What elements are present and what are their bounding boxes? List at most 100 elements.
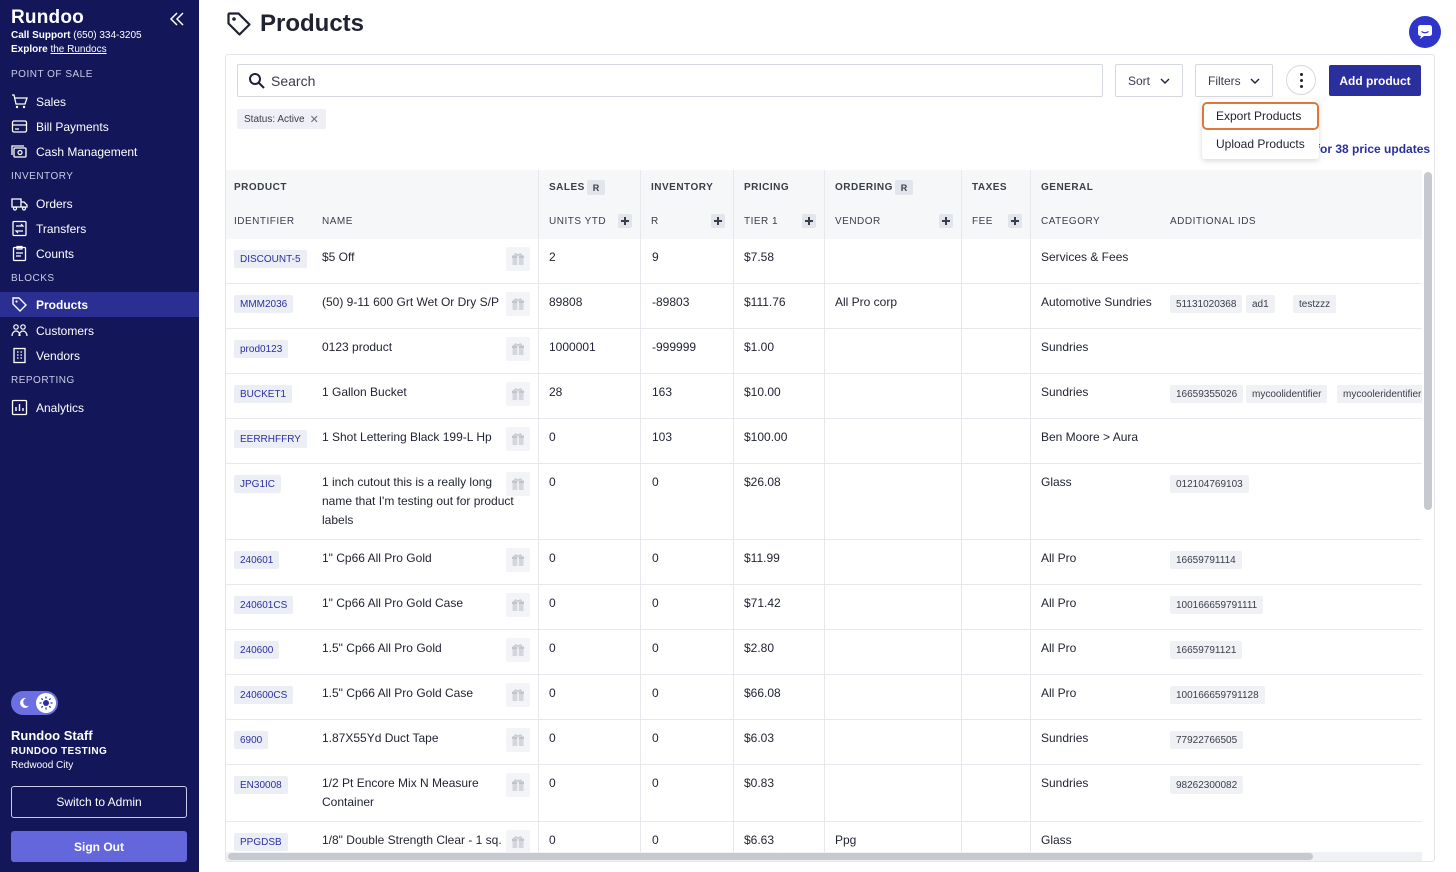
product-name[interactable]: 1.5" Cp66 All Pro Gold Case — [322, 686, 473, 700]
truck-icon — [11, 198, 28, 211]
col-units-ytd[interactable]: UNITS YTD — [549, 216, 606, 227]
sun-icon — [39, 696, 53, 710]
product-identifier[interactable]: EN30008 — [234, 776, 288, 794]
table-row[interactable]: DISCOUNT-5 $5 Off 2 9 $7.58 Services & Fees — [226, 239, 1422, 284]
gift-icon[interactable] — [506, 472, 530, 496]
product-identifier[interactable]: 240600CS — [234, 686, 294, 704]
product-name[interactable]: 1.87X55Yd Duct Tape — [322, 731, 439, 745]
product-identifier[interactable]: 240601 — [234, 551, 280, 569]
add-ordering-column-button[interactable] — [939, 214, 953, 228]
theme-toggle[interactable] — [11, 691, 58, 715]
product-identifier[interactable]: EERRHFFRY — [234, 430, 307, 448]
product-name[interactable]: 0123 product — [322, 340, 392, 354]
table-row[interactable]: PPGDSB 1/8" Double Strength Clear - 1 sq.… — [226, 822, 1422, 852]
sidebar-item-orders[interactable]: Orders — [0, 191, 199, 216]
gift-icon[interactable] — [506, 247, 530, 271]
switch-to-admin-button[interactable]: Switch to Admin — [11, 786, 187, 818]
product-name[interactable]: 1/8" Double Strength Clear - 1 sq. — [322, 833, 502, 847]
product-identifier[interactable]: DISCOUNT-5 — [234, 250, 307, 268]
table-row[interactable]: 240601 1" Cp66 All Pro Gold 0 0 $11.99 All Pr… — [226, 540, 1422, 585]
col-additional-ids[interactable]: ADDITIONAL IDS — [1170, 216, 1256, 227]
collapse-sidebar-icon[interactable] — [167, 9, 187, 29]
sales-r-badge[interactable]: R — [587, 180, 605, 195]
more-options-button[interactable] — [1286, 65, 1316, 95]
col-identifier[interactable]: IDENTIFIER — [234, 216, 295, 227]
ordering-r-badge[interactable]: R — [895, 180, 913, 195]
price-updates-link[interactable]: for 38 price updates — [1316, 142, 1430, 156]
col-group-pricing: PRICING — [744, 182, 790, 193]
gift-icon[interactable] — [506, 830, 530, 852]
table-row[interactable]: EN30008 1/2 Pt Encore Mix N Measure Conta… — [226, 765, 1422, 822]
gift-icon[interactable] — [506, 382, 530, 406]
sidebar-item-customers[interactable]: Customers — [0, 318, 199, 343]
col-inventory-r[interactable]: R — [651, 216, 659, 227]
gift-icon[interactable] — [506, 593, 530, 617]
status-filter-chip[interactable]: Status: Active ✕ — [237, 109, 326, 129]
table-row[interactable]: 240600 1.5" Cp66 All Pro Gold 0 0 $2.80 All P… — [226, 630, 1422, 675]
table-row[interactable]: 6900 1.87X55Yd Duct Tape 0 0 $6.03 Sundries 77… — [226, 720, 1422, 765]
support-phone[interactable]: (650) 334-3205 — [73, 30, 141, 41]
gift-icon[interactable] — [506, 728, 530, 752]
close-icon[interactable]: ✕ — [310, 113, 319, 126]
sidebar-item-products[interactable]: Products — [0, 292, 199, 317]
horizontal-scrollbar[interactable] — [228, 853, 1313, 860]
sidebar-item-bill-payments[interactable]: Bill Payments — [0, 114, 199, 139]
product-identifier[interactable]: JPG1IC — [234, 475, 282, 493]
product-identifier[interactable]: 240600 — [234, 641, 280, 659]
col-name[interactable]: NAME — [322, 216, 353, 227]
sidebar-item-sales[interactable]: Sales — [0, 89, 199, 114]
gift-icon[interactable] — [506, 548, 530, 572]
product-name[interactable]: 1 inch cutout this is a really long name… — [322, 473, 517, 530]
product-name[interactable]: (50) 9-11 600 Grt Wet Or Dry S/P — [322, 295, 499, 309]
product-identifier[interactable]: PPGDSB — [234, 833, 288, 851]
export-products-menu-item[interactable]: Export Products — [1202, 102, 1319, 130]
table-row[interactable]: JPG1IC 1 inch cutout this is a really lon… — [226, 464, 1422, 540]
table-row[interactable]: BUCKET1 1 Gallon Bucket 28 163 $10.00 Sundrie… — [226, 374, 1422, 419]
col-category[interactable]: CATEGORY — [1041, 216, 1100, 227]
product-identifier[interactable]: prod0123 — [234, 340, 289, 358]
rundocs-link[interactable]: the Rundocs — [50, 44, 106, 55]
chat-button[interactable] — [1409, 16, 1441, 48]
col-vendor[interactable]: VENDOR — [835, 216, 881, 227]
sidebar-item-analytics[interactable]: Analytics — [0, 395, 199, 420]
add-taxes-column-button[interactable] — [1008, 214, 1022, 228]
gift-icon[interactable] — [506, 683, 530, 707]
product-identifier[interactable]: BUCKET1 — [234, 385, 293, 403]
add-inventory-column-button[interactable] — [711, 214, 725, 228]
sign-out-button[interactable]: Sign Out — [11, 831, 187, 862]
col-tier1[interactable]: TIER 1 — [744, 216, 778, 227]
sidebar-item-counts[interactable]: Counts — [0, 241, 199, 266]
col-fee[interactable]: FEE — [972, 216, 993, 227]
gift-icon[interactable] — [506, 638, 530, 662]
sidebar-item-vendors[interactable]: Vendors — [0, 343, 199, 368]
add-product-button[interactable]: Add product — [1329, 65, 1421, 96]
product-name[interactable]: $5 Off — [322, 250, 354, 264]
add-pricing-column-button[interactable] — [802, 214, 816, 228]
table-row[interactable]: EERRHFFRY 1 Shot Lettering Black 199-L Hp… — [226, 419, 1422, 464]
table-row[interactable]: 240601CS 1" Cp66 All Pro Gold Case 0 0 $71.4… — [226, 585, 1422, 630]
product-name[interactable]: 1" Cp66 All Pro Gold — [322, 551, 432, 565]
sidebar-item-cash-management[interactable]: Cash Management — [0, 139, 199, 164]
table-row[interactable]: 240600CS 1.5" Cp66 All Pro Gold Case 0 0 $66… — [226, 675, 1422, 720]
search-input[interactable]: Search — [237, 64, 1103, 97]
sort-button[interactable]: Sort — [1115, 64, 1183, 97]
product-name[interactable]: 1/2 Pt Encore Mix N Measure Container — [322, 774, 517, 812]
product-identifier[interactable]: 6900 — [234, 731, 269, 749]
filters-button[interactable]: Filters — [1195, 64, 1273, 97]
product-name[interactable]: 1" Cp66 All Pro Gold Case — [322, 596, 463, 610]
product-name[interactable]: 1 Shot Lettering Black 199-L Hp — [322, 430, 492, 444]
upload-products-menu-item[interactable]: Upload Products — [1202, 130, 1319, 158]
product-identifier[interactable]: 240601CS — [234, 596, 294, 614]
vertical-scrollbar[interactable] — [1424, 172, 1432, 510]
product-name[interactable]: 1 Gallon Bucket — [322, 385, 407, 399]
gift-icon[interactable] — [506, 773, 530, 797]
sidebar-item-transfers[interactable]: Transfers — [0, 216, 199, 241]
gift-icon[interactable] — [506, 427, 530, 451]
table-row[interactable]: MMM2036 (50) 9-11 600 Grt Wet Or Dry S/P 8… — [226, 284, 1422, 329]
gift-icon[interactable] — [506, 337, 530, 361]
product-name[interactable]: 1.5" Cp66 All Pro Gold — [322, 641, 442, 655]
table-row[interactable]: prod0123 0123 product 1000001 -999999 $1.00 S… — [226, 329, 1422, 374]
gift-icon[interactable] — [506, 292, 530, 316]
product-identifier[interactable]: MMM2036 — [234, 295, 294, 313]
add-sales-column-button[interactable] — [618, 214, 632, 228]
